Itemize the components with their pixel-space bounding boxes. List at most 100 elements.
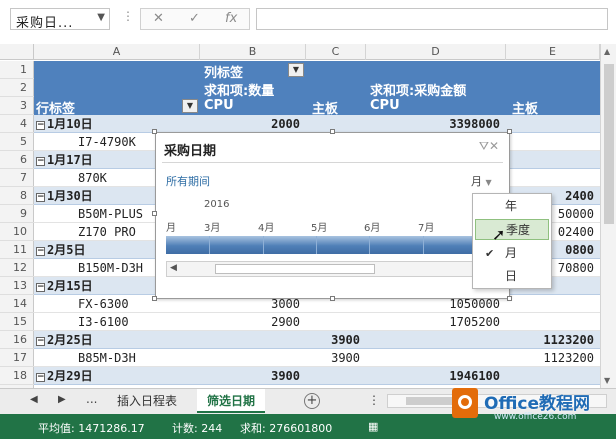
row-header[interactable]: 5 (0, 133, 34, 151)
row-label-cell[interactable]: −2月25日 (36, 331, 196, 349)
resize-handle[interactable] (330, 296, 335, 301)
timeline-scroll-thumb[interactable] (215, 264, 375, 274)
timeline-month[interactable]: 6月 (364, 219, 380, 234)
scroll-up-icon[interactable]: ▲ (604, 47, 610, 56)
more-tabs-button[interactable]: ... (86, 392, 97, 406)
value-cell-e[interactable] (506, 367, 594, 385)
menu-item-month[interactable]: ✔ 月 (475, 243, 549, 264)
row-header[interactable]: 2 (0, 79, 34, 97)
value-cell-d[interactable] (366, 349, 500, 367)
value-cell-d[interactable]: 1946100 (366, 367, 500, 385)
row-label-cell[interactable]: I3-6100 (78, 313, 196, 331)
chevron-down-icon[interactable]: ▼ (97, 12, 105, 23)
name-box[interactable]: 采购日... ▼ (10, 8, 110, 31)
collapse-icon[interactable]: − (36, 337, 45, 346)
value-cell-c[interactable]: 3900 (306, 349, 360, 367)
row-header[interactable]: 9 (0, 205, 34, 223)
value-cell-d[interactable]: 1705200 (366, 313, 500, 331)
normal-view-icon[interactable]: ▦ (368, 420, 378, 433)
column-header-e[interactable]: E (506, 44, 600, 60)
row-header[interactable]: 16 (0, 331, 34, 349)
row-header[interactable]: 18 (0, 367, 34, 385)
value-cell-d[interactable]: 3398000 (366, 115, 500, 133)
row-label-cell[interactable]: B85M-D3H (78, 349, 196, 367)
value-cell-e[interactable] (506, 133, 594, 151)
column-header-b[interactable]: B (200, 44, 306, 60)
add-sheet-button[interactable]: + (304, 393, 320, 409)
menu-item-quarter[interactable]: 季度 (475, 219, 549, 240)
tab-insert-timeline[interactable]: 插入日程表 (107, 389, 187, 413)
resize-handle[interactable] (507, 129, 512, 134)
column-header-c[interactable]: C (306, 44, 366, 60)
menu-item-year[interactable]: 年 (475, 196, 549, 217)
timeline-month[interactable]: 3月 (204, 219, 220, 234)
menu-item-day[interactable]: 日 (475, 266, 549, 287)
value-cell-c[interactable] (306, 313, 360, 331)
value-cell-e[interactable] (506, 169, 594, 187)
column-filter-button[interactable]: ▼ (288, 63, 304, 77)
collapse-icon[interactable]: − (36, 247, 45, 256)
value-cell-c[interactable] (306, 367, 360, 385)
drag-handle-icon[interactable]: ⋮ (122, 9, 134, 23)
value-cell-c[interactable]: 3900 (306, 331, 360, 349)
row-label-cell[interactable]: −2月29日 (36, 367, 196, 385)
row-label-cell[interactable]: −1月10日 (36, 115, 196, 133)
timeline-scrollbar[interactable]: ◀ (166, 261, 507, 277)
row-header[interactable]: 12 (0, 259, 34, 277)
value-cell-b[interactable]: 2000 (200, 115, 300, 133)
resize-handle[interactable] (152, 211, 157, 216)
resize-handle[interactable] (330, 129, 335, 134)
column-header-d[interactable]: D (366, 44, 506, 60)
timeline-selection-bar[interactable] (166, 236, 507, 254)
clear-filter-icon[interactable]: ⛛✕ (479, 139, 499, 154)
collapse-icon[interactable]: − (36, 157, 45, 166)
vertical-scrollbar[interactable]: ▲ ▼ (600, 44, 616, 388)
timeline-slicer[interactable]: 采购日期 ⛛✕ 所有期间 月 ▼ 2016 月 3月 4月 5月 6月 7月 ◀ (155, 132, 510, 299)
tab-scroll-right-icon[interactable]: ▶ (58, 394, 66, 405)
value-cell-e[interactable]: 1123200 (506, 331, 594, 349)
row-header[interactable]: 13 (0, 277, 34, 295)
column-header-a[interactable]: A (34, 44, 200, 60)
timeline-month[interactable]: 4月 (258, 219, 274, 234)
value-cell-d[interactable] (366, 331, 500, 349)
value-cell-e[interactable] (506, 313, 594, 331)
row-header[interactable]: 6 (0, 151, 34, 169)
value-cell-e[interactable]: 1123200 (506, 349, 594, 367)
collapse-icon[interactable]: − (36, 373, 45, 382)
row-header[interactable]: 3 (0, 97, 34, 115)
row-header[interactable]: 14 (0, 295, 34, 313)
tab-scroll-left-icon[interactable]: ◀ (30, 394, 38, 405)
select-all-corner[interactable] (0, 44, 34, 60)
tab-filter-date[interactable]: 筛选日期 (197, 389, 266, 413)
value-cell-e[interactable] (506, 115, 594, 133)
scroll-down-icon[interactable]: ▼ (604, 376, 610, 385)
time-level-dropdown[interactable]: 月 ▼ (471, 173, 492, 189)
value-cell-b[interactable]: 3900 (200, 367, 300, 385)
row-header[interactable]: 17 (0, 349, 34, 367)
enter-icon[interactable]: ✓ (189, 11, 200, 26)
fx-icon[interactable]: fx (225, 11, 237, 26)
resize-handle[interactable] (152, 296, 157, 301)
row-header[interactable]: 15 (0, 313, 34, 331)
value-cell-e[interactable] (506, 151, 594, 169)
value-cell-e[interactable] (506, 295, 594, 313)
row-header[interactable]: 8 (0, 187, 34, 205)
collapse-icon[interactable]: − (36, 193, 45, 202)
scroll-thumb[interactable] (604, 64, 614, 224)
row-header[interactable]: 4 (0, 115, 34, 133)
scroll-left-icon[interactable]: ◀ (170, 263, 177, 273)
row-header[interactable]: 10 (0, 223, 34, 241)
row-header[interactable]: 11 (0, 241, 34, 259)
resize-handle[interactable] (507, 296, 512, 301)
collapse-icon[interactable]: − (36, 283, 45, 292)
timeline-month[interactable]: 7月 (418, 219, 434, 234)
resize-handle[interactable] (152, 129, 157, 134)
cancel-icon[interactable]: ✕ (153, 11, 164, 26)
value-cell-b[interactable]: 2900 (200, 313, 300, 331)
row-header[interactable]: 7 (0, 169, 34, 187)
row-header[interactable]: 1 (0, 61, 34, 79)
collapse-icon[interactable]: − (36, 121, 45, 130)
timeline-month[interactable]: 月 (166, 219, 176, 234)
value-cell-b[interactable] (200, 331, 300, 349)
timeline-month[interactable]: 5月 (311, 219, 327, 234)
